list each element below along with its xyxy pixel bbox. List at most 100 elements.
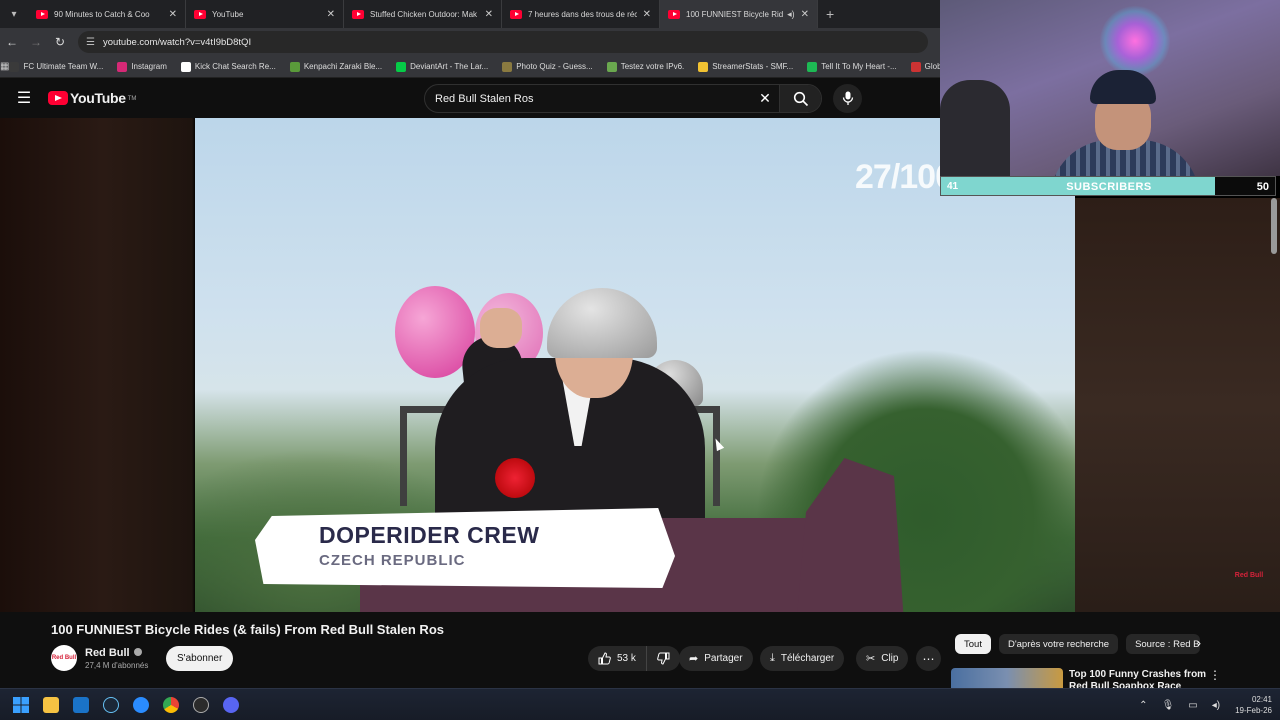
app-icon[interactable] bbox=[126, 689, 156, 720]
close-tab-icon[interactable]: ✕ bbox=[485, 9, 493, 20]
download-button[interactable]: ⤓ Télécharger bbox=[760, 646, 845, 671]
chevron-right-icon[interactable]: › bbox=[1197, 636, 1201, 650]
steam-icon[interactable] bbox=[96, 689, 126, 720]
bookmark-item[interactable]: Kick Chat Search Re... bbox=[180, 61, 276, 72]
menu-icon[interactable]: ☰ bbox=[0, 88, 48, 108]
bookmark-item[interactable]: StreamerStats - SMF... bbox=[698, 61, 794, 72]
browser-tab-active[interactable]: 100 FUNNIEST Bicycle Ride: ◂) ✕ bbox=[660, 0, 818, 28]
youtube-favicon-icon bbox=[352, 9, 364, 19]
bookmark-favicon-icon bbox=[807, 61, 818, 72]
share-button[interactable]: ➦ Partager bbox=[679, 646, 753, 671]
share-icon: ➦ bbox=[689, 653, 699, 665]
bookmark-favicon-icon bbox=[606, 61, 617, 72]
video-title: 100 FUNNIEST Bicycle Rides (& fails) Fro… bbox=[51, 622, 444, 637]
bookmark-item[interactable]: FC Ultimate Team W... bbox=[9, 61, 103, 72]
bookmark-item[interactable]: DeviantArt - The Lar... bbox=[396, 61, 489, 72]
chip-source[interactable]: Source : Red Bu bbox=[1126, 634, 1201, 654]
thumbs-up-icon bbox=[598, 652, 611, 665]
share-label: Partager bbox=[704, 653, 743, 664]
bookmark-label: Instagram bbox=[131, 62, 167, 71]
bookmark-item[interactable]: Instagram bbox=[117, 61, 167, 72]
tab-search-dropdown-icon[interactable]: ▾ bbox=[3, 3, 25, 25]
page-scrollbar[interactable] bbox=[1271, 198, 1277, 254]
new-tab-icon[interactable]: + bbox=[826, 6, 834, 22]
obs-icon[interactable] bbox=[186, 689, 216, 720]
apps-grid-icon[interactable]: ▦ bbox=[0, 61, 9, 72]
url-field[interactable]: ☰ youtube.com/watch?v=v4tI9bD8tQI bbox=[78, 31, 928, 53]
bookmark-item[interactable]: Testez votre IPv6. bbox=[606, 61, 684, 72]
site-info-icon[interactable]: ☰ bbox=[86, 37, 95, 48]
browser-tab[interactable]: Stuffed Chicken Outdoor: Mak ✕ bbox=[344, 0, 502, 28]
browser-tab[interactable]: 90 Minutes to Catch & Coo ✕ bbox=[28, 0, 186, 28]
youtube-favicon-icon bbox=[194, 9, 206, 19]
bookmark-label: Kenpachi Zaraki Ble... bbox=[303, 62, 383, 71]
subscriber-goal-label: SUBSCRIBERS bbox=[1066, 181, 1152, 193]
file-explorer-icon[interactable] bbox=[36, 689, 66, 720]
close-tab-icon[interactable]: ✕ bbox=[327, 9, 335, 20]
bookmark-favicon-icon bbox=[502, 61, 513, 72]
channel-meta: Red Bull 27,4 M d'abonnés bbox=[85, 647, 148, 670]
volume-icon[interactable]: ◂) bbox=[1212, 700, 1220, 711]
bookmark-item[interactable]: Kenpachi Zaraki Ble... bbox=[289, 61, 383, 72]
channel-avatar[interactable]: Red Bull bbox=[51, 645, 77, 671]
bookmark-label: Photo Quiz - Guess... bbox=[516, 62, 593, 71]
lower-third-subtitle: CZECH REPUBLIC bbox=[319, 552, 466, 569]
tab-title: YouTube bbox=[212, 9, 244, 19]
recommended-video[interactable]: Top 100 Funny Crashes from Red Bull Soap… bbox=[951, 668, 1271, 690]
bookmark-label: DeviantArt - The Lar... bbox=[410, 62, 489, 71]
player-ambient-right bbox=[1075, 198, 1280, 612]
channel-name[interactable]: Red Bull bbox=[85, 647, 130, 659]
search-button[interactable] bbox=[779, 85, 821, 112]
dislike-button[interactable] bbox=[647, 646, 680, 671]
outlook-icon[interactable] bbox=[66, 689, 96, 720]
bookmark-item[interactable]: Photo Quiz - Guess... bbox=[502, 61, 593, 72]
subscribe-button[interactable]: S'abonner bbox=[166, 646, 234, 671]
bookmark-label: StreamerStats - SMF... bbox=[712, 62, 794, 71]
steam-logo-icon bbox=[103, 696, 119, 713]
channel-name-row[interactable]: Red Bull bbox=[85, 647, 148, 659]
taskbar: ⌃ 🎙 ▭ ◂) 02:41 19-Feb-26 bbox=[0, 688, 1280, 720]
subscriber-goal-bar: 41 SUBSCRIBERS 50 bbox=[940, 176, 1276, 196]
forward-arrow-icon[interactable]: → bbox=[24, 35, 48, 49]
browser-tab[interactable]: YouTube ✕ bbox=[186, 0, 344, 28]
microphone-tray-icon[interactable]: 🎙 bbox=[1162, 700, 1175, 711]
clock[interactable]: 02:41 19-Feb-26 bbox=[1235, 694, 1272, 716]
chrome-icon[interactable] bbox=[156, 689, 186, 720]
thumbs-down-icon bbox=[657, 652, 670, 665]
youtube-wordmark: YouTube bbox=[70, 90, 126, 106]
back-arrow-icon[interactable]: ← bbox=[0, 35, 24, 49]
clear-search-icon[interactable]: ✕ bbox=[751, 90, 779, 107]
bookmark-item[interactable]: Tell It To My Heart -... bbox=[807, 61, 897, 72]
trademark-mark: TM bbox=[127, 96, 137, 102]
discord-logo-icon bbox=[223, 696, 239, 713]
speaker-icon[interactable]: ◂) bbox=[787, 9, 795, 20]
background-figure bbox=[940, 80, 1010, 176]
windows-start-icon[interactable] bbox=[6, 689, 36, 720]
network-icon[interactable]: ▭ bbox=[1188, 700, 1197, 711]
discord-icon[interactable] bbox=[216, 689, 246, 720]
close-tab-icon[interactable]: ✕ bbox=[643, 9, 651, 20]
bookmark-favicon-icon bbox=[698, 61, 709, 72]
like-button[interactable]: 53 k bbox=[588, 646, 647, 671]
browser-tab[interactable]: 7 heures dans des trous de réc ✕ bbox=[502, 0, 660, 28]
folder-icon bbox=[43, 696, 59, 713]
clip-button[interactable]: ✂ Clip bbox=[856, 646, 909, 671]
chip-all[interactable]: Tout bbox=[955, 634, 991, 654]
youtube-logo[interactable]: YouTube TM bbox=[48, 90, 136, 106]
close-tab-icon[interactable]: ✕ bbox=[801, 9, 809, 20]
tab-title: 90 Minutes to Catch & Coo bbox=[54, 9, 150, 19]
reload-icon[interactable]: ↻ bbox=[48, 35, 72, 49]
youtube-favicon-icon bbox=[36, 9, 48, 19]
recommended-menu-icon[interactable]: ⋮ bbox=[1209, 668, 1221, 682]
voice-search-button[interactable] bbox=[833, 84, 862, 113]
search-box[interactable]: Red Bull Stalen Ros ✕ bbox=[424, 84, 822, 113]
obs-logo-icon bbox=[193, 696, 209, 713]
recommended-thumbnail[interactable] bbox=[951, 668, 1063, 690]
recommended-title[interactable]: Top 100 Funny Crashes from Red Bull Soap… bbox=[1069, 669, 1219, 690]
bookmark-label: Tell It To My Heart -... bbox=[821, 62, 897, 71]
chevron-up-icon[interactable]: ⌃ bbox=[1139, 700, 1147, 711]
search-input[interactable]: Red Bull Stalen Ros bbox=[435, 93, 751, 105]
close-tab-icon[interactable]: ✕ bbox=[169, 9, 177, 20]
chip-related-search[interactable]: D'après votre recherche bbox=[998, 634, 1119, 654]
more-actions-icon[interactable]: ⋯ bbox=[916, 646, 941, 671]
